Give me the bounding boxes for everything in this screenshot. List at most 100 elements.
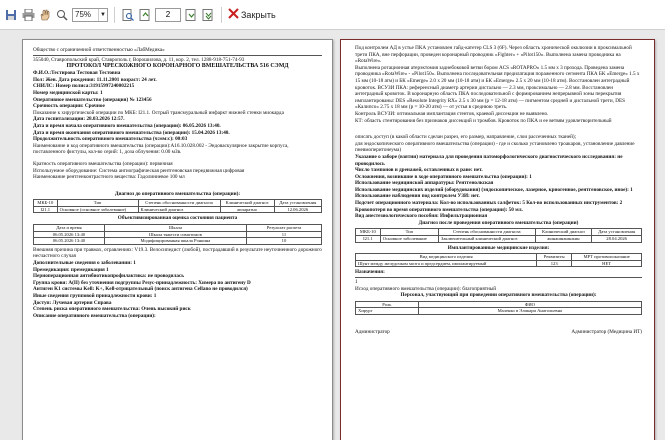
table-cell: аппаратно — [219, 205, 275, 214]
document-page-2: Под контролем АД в устье ПКА установлен … — [340, 39, 655, 440]
close-label: Закрыть — [241, 9, 276, 20]
viewer-toolbar: 75% ▼ Закрыть — [0, 0, 665, 30]
table-cell: жинжинжинжин — [534, 235, 593, 243]
table-cell: Маленко в Эликари Анатольевна — [417, 307, 643, 315]
operation-description-label: Описание оперативного вмешательства (опе… — [33, 312, 156, 319]
column-header: Клинический диагноз — [219, 199, 275, 207]
indication: Показание к хирургической операции по МК… — [33, 109, 284, 116]
injury-cause: Внешняя причина при травмах, отравлениях… — [33, 246, 322, 260]
implants-table: Вид медицинского изделия Реквизиты МРТ п… — [354, 253, 642, 268]
post-diagnosis-title: Диагноз после проведения оперативного вм… — [418, 219, 579, 226]
table-cell: 28.04.2026 — [591, 235, 642, 243]
apparatus: Использование медицинской аппаратуры: Ре… — [355, 180, 494, 187]
page-number-input[interactable] — [155, 7, 181, 22]
operation-category: Кратность оперативного вмешательства (оп… — [33, 160, 173, 167]
endoscopy-note: для эндоскопического оперативного вмешат… — [355, 140, 635, 154]
admission-date: Дата госпитализации: 28.03.2026 12:57. — [33, 116, 125, 123]
procedure-text: Выполнена ротационная атерэктомия заднеб… — [355, 64, 640, 111]
zoom-select[interactable]: 75% ▼ — [72, 7, 108, 22]
table-header-row: Вид медицинского изделия Реквизиты МРТ п… — [354, 253, 642, 261]
chevron-down-icon: ▼ — [98, 8, 107, 21]
column-header: МРТ противопоказание — [571, 253, 642, 261]
divider — [33, 54, 322, 56]
table-row: 06.05.2026 13:40 Шкала тяжести симптомов… — [33, 230, 323, 239]
close-button[interactable]: Закрыть — [228, 8, 276, 21]
find-icon[interactable] — [121, 8, 135, 22]
procedure-text: КТ: область стентирования без признаков … — [355, 117, 612, 124]
print-icon[interactable] — [21, 8, 35, 22]
last-page-icon[interactable] — [201, 8, 215, 22]
first-page-icon[interactable] — [138, 8, 152, 22]
table-cell: Модифицированная шкала Рэнкина — [103, 237, 247, 245]
column-header: Шкала — [103, 224, 247, 232]
column-header: Клинический диагноз — [534, 228, 593, 237]
table-cell: I21.1 — [355, 235, 381, 243]
post-diagnosis-table: МКБ-10 Тип Степень обоснованности диагно… — [355, 228, 642, 243]
tampons-note: Число тампонов и дренажей, оставленных в… — [355, 167, 483, 174]
blood-phenotype: Иные сведения групповой принадлежности к… — [33, 293, 157, 299]
duration: Продолжительность оперативного вмешатель… — [33, 136, 188, 143]
anesthesia-type: Вид анестезиологического пособия: Инфиль… — [355, 213, 488, 220]
staff-title: Персонал, участвующий при проведении опе… — [400, 292, 597, 299]
implants-title: Имплантированные медицинские изделия: — [447, 244, 550, 251]
table-cell: 123 — [536, 259, 573, 268]
column-header: Роль — [355, 300, 419, 309]
document-viewer[interactable]: Общество с ограниченной ответственностью… — [0, 30, 665, 440]
pre-diagnosis-title: Диагноз до оперативного вмешательства (о… — [114, 190, 241, 197]
table-cell: 06.05.2026 13:40 — [33, 237, 105, 245]
zoom-icon[interactable] — [55, 8, 69, 22]
table-cell: Основное заболевание — [379, 235, 440, 243]
signature-name: Администратор (Медицина ИТ) — [571, 328, 642, 335]
table-cell: 11 — [245, 230, 323, 239]
table-cell: Шкала тяжести симптомов — [103, 230, 247, 239]
assessment-title: Объективизированная оценка состояния пац… — [117, 215, 238, 222]
biopsy-note: Указание о заборе (взятии) материала для… — [355, 153, 623, 167]
table-cell: Заключительный клинический диагноз — [438, 235, 536, 243]
table-row: Хирург Маленко в Эликари Анатольевна — [355, 307, 643, 315]
close-icon — [228, 8, 239, 21]
page-2-content: Под контролем АД в устье ПКА установлен … — [354, 45, 643, 336]
risk-level: Степень риска оперативного вмешательства… — [33, 306, 191, 313]
start-date: Дата и время начала оперативного вмешате… — [33, 122, 221, 129]
staff-table: Роль ФИО Хирург Маленко в Эликари Анатол… — [355, 300, 643, 315]
toolbar-divider — [114, 6, 115, 23]
table-cell: I21.1 — [33, 205, 58, 214]
document-page-1: Общество с ограниченной ответственностью… — [22, 39, 333, 440]
column-header: МКБ-10 — [33, 199, 58, 207]
operation-name: Наименование и код оперативного вмешател… — [33, 142, 289, 156]
table-row: I21.1 Основное (основное заболевание) Кл… — [33, 205, 323, 214]
column-header: Степень обоснованности диагноза — [438, 228, 536, 237]
patient-birth: Пол: Жен. Дата рождения: 11.11.2001 возр… — [33, 76, 157, 83]
column-header: Реквизиты — [536, 253, 573, 261]
save-icon[interactable] — [4, 8, 18, 22]
table-header-row: Дата и время Шкала Результат расчета — [33, 224, 323, 232]
column-header: Тип — [379, 228, 440, 237]
zoom-value: 75% — [75, 10, 92, 19]
procedure-text: Контроль ВСУЗИ: оптимальная имплантация … — [355, 110, 549, 117]
contrast-agent: Наименование рентгенконтрастного веществ… — [33, 174, 185, 181]
assessment-table: Дата и время Шкала Результат расчета 06.… — [33, 224, 323, 245]
document-title: ПРОТОКОЛ ЧРЕСКОЖНОГО КОРОНАРНОГО ВМЕШАТЕ… — [66, 63, 289, 70]
org-address: 355040, Ставропольский край, Ставрополь … — [33, 56, 245, 63]
column-header: Дата установления — [591, 228, 642, 237]
column-header: Вид медицинского изделия — [354, 253, 538, 261]
procedure-text: Под контролем АД в устье ПКА установлен … — [355, 45, 632, 65]
equipment: Используемое оборудование: Система ангио… — [33, 167, 245, 174]
antibiotic-prophylaxis: Периоперационная антибиотикопрофилактика… — [33, 273, 185, 280]
extra-info: Дополнительные сведения о заболевании: 1 — [33, 260, 136, 267]
signature-line: Администратор Администратор (Медицина ИТ… — [355, 329, 642, 336]
hand-tool-icon[interactable] — [38, 8, 52, 22]
table-row: 06.05.2026 13:40 Модифицированная шкала … — [33, 237, 323, 245]
operation-number: Оперативное вмешательство (операция) № 1… — [33, 96, 152, 103]
table-header-row: МКБ-10 Тип Степень обоснованности диагно… — [355, 228, 642, 237]
table-row: Шунт между желудочком мозга и предсердие… — [354, 259, 642, 268]
table-cell: 12.06.2026 — [273, 205, 323, 214]
column-header: Дата установления — [273, 199, 323, 207]
card-number: Номер медицинской карты: 1 — [33, 89, 103, 96]
material-count: Подсчет операционного материала: Кол-во … — [355, 200, 623, 207]
prescriptions-label: Назначения: — [355, 269, 385, 276]
table-cell: 06.05.2026 13:40 — [33, 230, 105, 239]
table-cell: Клинический диагноз — [137, 205, 221, 214]
next-page-icon[interactable] — [184, 8, 198, 22]
